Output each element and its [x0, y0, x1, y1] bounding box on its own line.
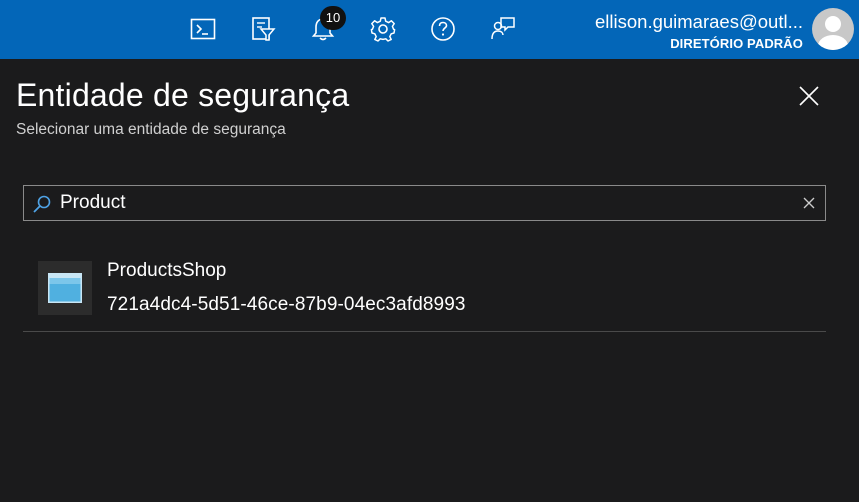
close-button[interactable] [794, 81, 824, 111]
help-icon [431, 17, 455, 41]
notification-count-badge: 10 [320, 6, 346, 30]
clear-search-button[interactable] [800, 194, 818, 212]
close-icon [799, 86, 819, 106]
cloud-shell-button[interactable] [183, 9, 223, 49]
feedback-icon [491, 17, 515, 40]
app-tile [38, 261, 92, 315]
help-button[interactable] [423, 9, 463, 49]
search-icon [33, 195, 51, 213]
account-menu[interactable]: ellison.guimaraes@outl... DIRETÓRIO PADR… [556, 8, 806, 54]
clear-icon [803, 197, 815, 209]
avatar[interactable] [812, 8, 854, 50]
search-box [23, 185, 826, 221]
app-window-icon [48, 273, 82, 303]
cloud-shell-icon [190, 18, 216, 40]
top-navigation-bar: 10 ellison.guimaraes@outl... DIRETÓRIO P… [0, 0, 859, 59]
account-email: ellison.guimaraes@outl... [595, 11, 803, 32]
settings-button[interactable] [363, 9, 403, 49]
feedback-button[interactable] [483, 9, 523, 49]
list-item[interactable]: ProductsShop 721a4dc4-5d51-46ce-87b9-04e… [23, 250, 826, 332]
user-avatar-icon [818, 16, 848, 50]
page-title: Entidade de segurança [16, 77, 350, 113]
search-input[interactable] [60, 186, 780, 220]
directory-filter-button[interactable] [243, 9, 283, 49]
result-name: ProductsShop [107, 260, 227, 281]
account-directory: DIRETÓRIO PADRÃO [670, 36, 803, 51]
page-subtitle: Selecionar uma entidade de segurança [16, 121, 286, 138]
directory-filter-icon [252, 17, 276, 41]
result-id: 721a4dc4-5d51-46ce-87b9-04ec3afd8993 [107, 294, 466, 315]
settings-icon [370, 17, 396, 42]
